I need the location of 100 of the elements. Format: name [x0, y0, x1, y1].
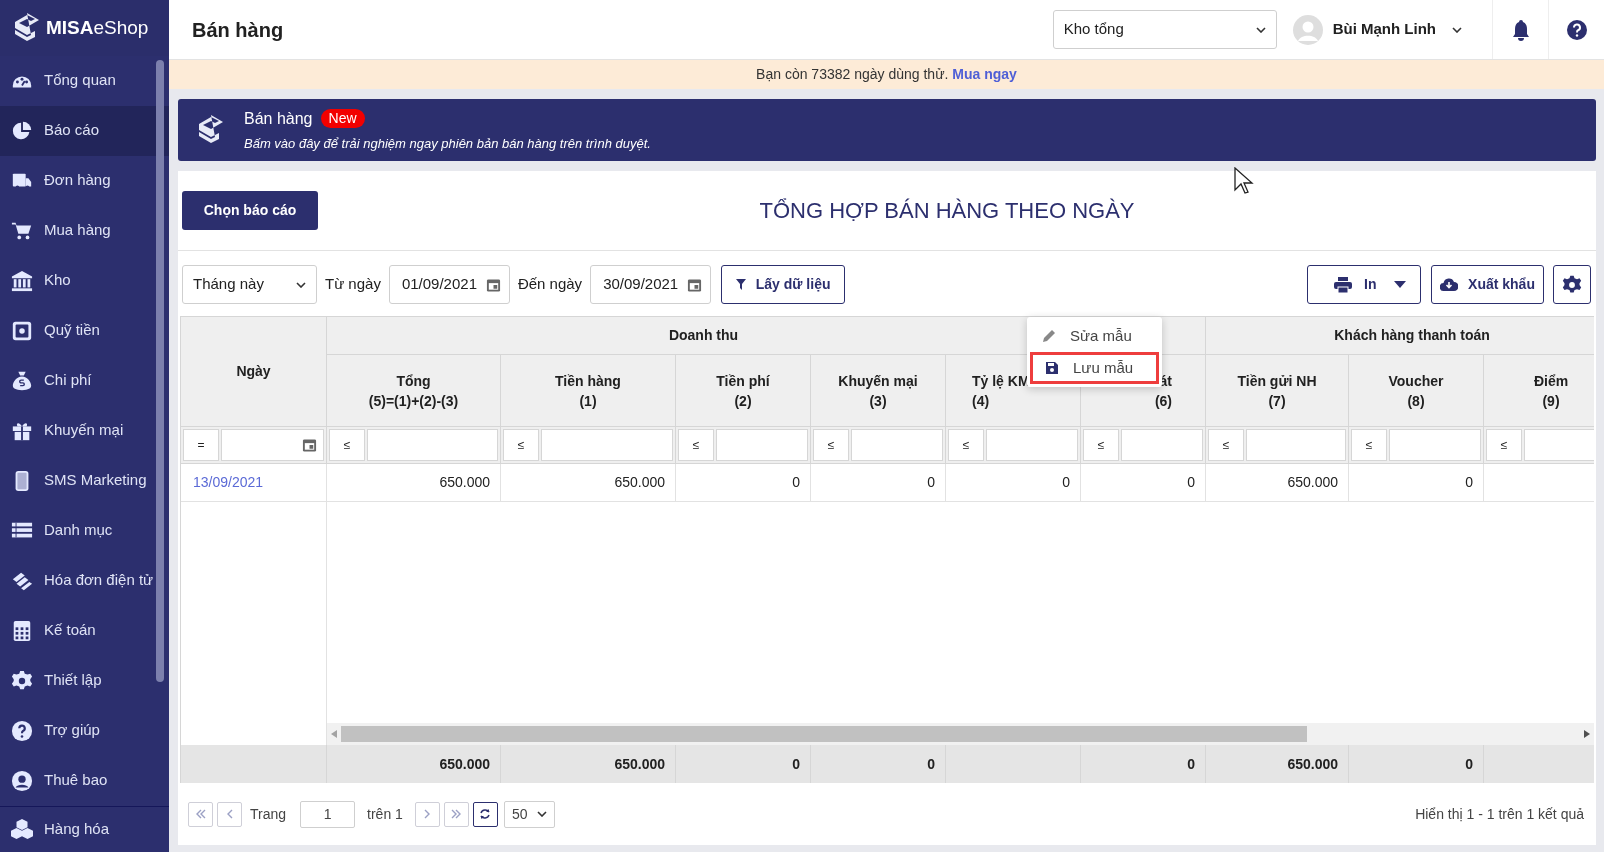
bank-icon	[11, 269, 33, 292]
sidebar-item[interactable]: Báo cáo	[0, 105, 169, 156]
period-select[interactable]: Tháng này	[182, 265, 317, 304]
filter-input[interactable]	[221, 429, 324, 461]
filter-operator[interactable]: ≤	[1486, 429, 1522, 461]
logo-text: eShop	[93, 15, 149, 40]
sidebar-item[interactable]: Kho	[0, 255, 169, 306]
bell-icon[interactable]	[1510, 18, 1531, 41]
refresh-button[interactable]	[472, 801, 498, 827]
filter-operator[interactable]: ≤	[948, 429, 984, 461]
column-subtitle: (5)=(1)+(2)-(3)	[367, 391, 460, 411]
calendar-icon	[687, 276, 703, 293]
page-title: Bán hàng	[191, 17, 285, 43]
table-cell: 0	[946, 464, 1081, 502]
horizontal-scrollbar[interactable]	[327, 723, 1594, 745]
print-button[interactable]: In	[1307, 265, 1421, 304]
last-page-icon	[451, 809, 462, 819]
column-subtitle: (4)	[972, 391, 991, 411]
table-cell: 650.000	[1206, 464, 1349, 502]
table-cell: 0	[811, 464, 946, 502]
caret-down-icon	[1394, 281, 1406, 288]
column-subtitle: (6)	[1153, 391, 1172, 411]
printer-icon	[1334, 276, 1352, 293]
filter-input[interactable]	[367, 429, 498, 461]
filter-input[interactable]	[851, 429, 943, 461]
choose-report-button[interactable]: Chọn báo cáo	[182, 191, 318, 230]
settings-button[interactable]	[1553, 265, 1591, 304]
filter-input[interactable]	[1246, 429, 1346, 461]
total-cell: 650.000	[1206, 745, 1349, 783]
user-name: Bùi Mạnh Linh	[1332, 19, 1436, 40]
table-cell: 650.000	[327, 464, 501, 502]
sidebar-item[interactable]: Tổng quan	[0, 55, 169, 106]
column-subtitle: (7)	[1267, 391, 1287, 411]
total-cell: 0	[1349, 745, 1484, 783]
pie-chart-icon	[11, 119, 33, 142]
export-button[interactable]: Xuất khẩu	[1431, 265, 1544, 304]
chevron-down-icon	[1452, 26, 1462, 33]
page-size-select[interactable]: 50	[503, 800, 555, 828]
next-page-button[interactable]	[414, 801, 440, 827]
sidebar-item[interactable]: Hàng hóa	[0, 805, 169, 852]
store-select[interactable]: Kho tổng	[1052, 10, 1277, 49]
previous-page-button[interactable]	[217, 801, 242, 827]
date-field[interactable]: 01/09/2021	[388, 265, 510, 304]
fetch-data-button[interactable]: Lấy dữ liệu	[721, 265, 846, 304]
field-label: Từ ngày	[324, 274, 382, 295]
filter-operator[interactable]: ≤	[678, 429, 714, 461]
filter-operator[interactable]: ≤	[1351, 429, 1387, 461]
date-field[interactable]: 30/09/2021	[590, 265, 712, 304]
menu-item[interactable]: Lưu mẫu	[1030, 352, 1159, 384]
sidebar-item[interactable]: Chi phí	[0, 355, 169, 406]
calendar-icon	[485, 276, 501, 293]
sidebar-item[interactable]: Mua hàng	[0, 205, 169, 256]
group-header: Doanh thu	[668, 326, 739, 345]
sidebar-item[interactable]: Hóa đơn điện tử	[0, 555, 169, 606]
user-menu[interactable]: Bùi Mạnh Linh	[1292, 0, 1492, 59]
filter-operator[interactable]: ≤	[1083, 429, 1119, 461]
filter-input[interactable]	[716, 429, 808, 461]
filter-operator[interactable]: ≤	[1208, 429, 1244, 461]
sidebar-item[interactable]: Đơn hàng	[0, 155, 169, 206]
sidebar-item[interactable]: Kế toán	[0, 605, 169, 656]
scrollbar-thumb[interactable]	[156, 60, 164, 682]
help-icon[interactable]	[1565, 18, 1588, 41]
filter-operator[interactable]: ≤	[813, 429, 849, 461]
total-cell: 0	[676, 745, 811, 783]
total-cell: 650.000	[327, 745, 501, 783]
scrollbar-thumb[interactable]	[341, 726, 1308, 742]
sidebar-item[interactable]: Thiết lập	[0, 655, 169, 706]
table-cell: 650.000	[501, 464, 676, 502]
filter-operator[interactable]: =	[183, 429, 219, 461]
promo-banner[interactable]: Bán hàng New Bấm vào đây để trải nghiệm ngay phiên bản bán hàng trên trình duyệt.	[178, 99, 1596, 161]
buy-link[interactable]: Mua ngay	[952, 66, 1017, 82]
filter-input[interactable]	[1524, 429, 1594, 461]
cloud-download-icon	[1440, 278, 1459, 291]
pencil-icon	[1042, 329, 1056, 343]
filter-input[interactable]	[1389, 429, 1481, 461]
filter-operator[interactable]: ≤	[329, 429, 365, 461]
date-link[interactable]: 13/09/2021	[193, 472, 264, 493]
menu-item[interactable]: Sửa mẫu	[1027, 320, 1162, 352]
filter-input[interactable]	[986, 429, 1078, 461]
filter-input[interactable]	[541, 429, 673, 461]
page-label: trên 1	[366, 804, 404, 824]
user-icon	[11, 769, 33, 792]
sidebar-item[interactable]: Quỹ tiền	[0, 305, 169, 356]
filter-operator[interactable]: ≤	[503, 429, 539, 461]
page-field[interactable]: 1	[300, 800, 356, 828]
first-page-button[interactable]	[188, 801, 213, 827]
safe-icon	[11, 319, 33, 342]
field-label: Đến ngày	[516, 274, 584, 295]
trial-notice: Bạn còn 73382 ngày dùng thử. Mua ngay	[756, 65, 1017, 84]
settings-icon	[11, 669, 33, 692]
sidebar-item[interactable]: Danh mục	[0, 505, 169, 556]
first-page-icon	[195, 809, 206, 819]
filter-input[interactable]	[1121, 429, 1203, 461]
scroll-left-icon	[331, 730, 337, 738]
sidebar-item[interactable]: Thuê bao	[0, 755, 169, 806]
sidebar-item[interactable]: SMS Marketing	[0, 455, 169, 506]
column-title: Tiền phí	[715, 371, 771, 391]
table-cell: 0	[1349, 464, 1484, 502]
sidebar-item[interactable]: Khuyến mại	[0, 405, 169, 456]
sidebar-item[interactable]: Trợ giúp	[0, 705, 169, 756]
